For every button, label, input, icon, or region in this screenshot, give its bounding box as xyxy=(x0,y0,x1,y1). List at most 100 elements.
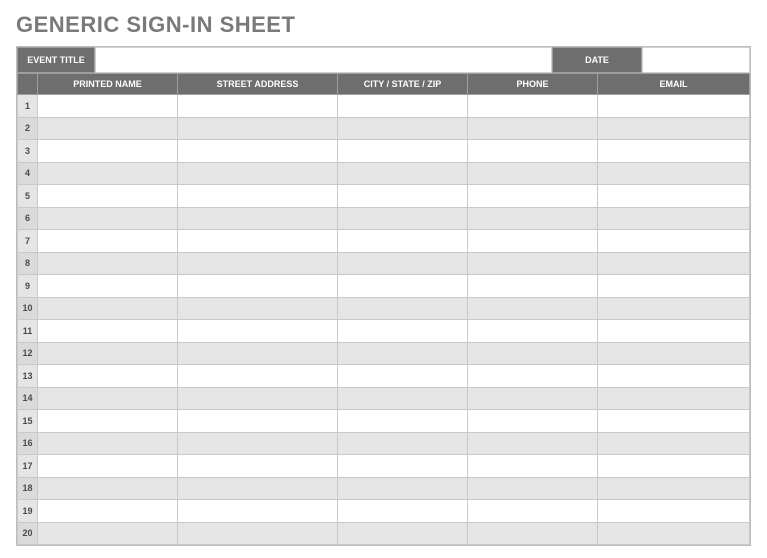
cell-email[interactable] xyxy=(598,522,750,545)
cell-phone[interactable] xyxy=(468,387,598,410)
cell-street-address[interactable] xyxy=(178,477,338,500)
cell-phone[interactable] xyxy=(468,117,598,140)
cell-email[interactable] xyxy=(598,252,750,275)
cell-phone[interactable] xyxy=(468,432,598,455)
cell-city-state-zip[interactable] xyxy=(338,297,468,320)
cell-city-state-zip[interactable] xyxy=(338,207,468,230)
date-field[interactable] xyxy=(642,47,750,73)
cell-printed-name[interactable] xyxy=(38,410,178,433)
cell-email[interactable] xyxy=(598,162,750,185)
cell-city-state-zip[interactable] xyxy=(338,342,468,365)
cell-street-address[interactable] xyxy=(178,522,338,545)
cell-street-address[interactable] xyxy=(178,162,338,185)
cell-city-state-zip[interactable] xyxy=(338,500,468,523)
cell-city-state-zip[interactable] xyxy=(338,252,468,275)
cell-phone[interactable] xyxy=(468,410,598,433)
cell-city-state-zip[interactable] xyxy=(338,410,468,433)
cell-phone[interactable] xyxy=(468,455,598,478)
cell-printed-name[interactable] xyxy=(38,297,178,320)
cell-email[interactable] xyxy=(598,95,750,118)
cell-printed-name[interactable] xyxy=(38,320,178,343)
cell-street-address[interactable] xyxy=(178,95,338,118)
cell-street-address[interactable] xyxy=(178,455,338,478)
cell-phone[interactable] xyxy=(468,320,598,343)
cell-printed-name[interactable] xyxy=(38,95,178,118)
cell-phone[interactable] xyxy=(468,275,598,298)
cell-email[interactable] xyxy=(598,342,750,365)
cell-city-state-zip[interactable] xyxy=(338,230,468,253)
cell-street-address[interactable] xyxy=(178,342,338,365)
cell-phone[interactable] xyxy=(468,342,598,365)
cell-email[interactable] xyxy=(598,455,750,478)
cell-printed-name[interactable] xyxy=(38,185,178,208)
cell-phone[interactable] xyxy=(468,477,598,500)
cell-phone[interactable] xyxy=(468,297,598,320)
cell-phone[interactable] xyxy=(468,252,598,275)
cell-email[interactable] xyxy=(598,230,750,253)
cell-email[interactable] xyxy=(598,500,750,523)
cell-email[interactable] xyxy=(598,185,750,208)
cell-printed-name[interactable] xyxy=(38,252,178,275)
cell-street-address[interactable] xyxy=(178,432,338,455)
cell-street-address[interactable] xyxy=(178,365,338,388)
cell-phone[interactable] xyxy=(468,500,598,523)
cell-email[interactable] xyxy=(598,387,750,410)
cell-city-state-zip[interactable] xyxy=(338,365,468,388)
cell-street-address[interactable] xyxy=(178,387,338,410)
cell-city-state-zip[interactable] xyxy=(338,522,468,545)
cell-printed-name[interactable] xyxy=(38,387,178,410)
cell-email[interactable] xyxy=(598,275,750,298)
cell-printed-name[interactable] xyxy=(38,365,178,388)
cell-phone[interactable] xyxy=(468,95,598,118)
cell-email[interactable] xyxy=(598,477,750,500)
cell-printed-name[interactable] xyxy=(38,477,178,500)
cell-phone[interactable] xyxy=(468,162,598,185)
cell-printed-name[interactable] xyxy=(38,275,178,298)
cell-phone[interactable] xyxy=(468,522,598,545)
cell-printed-name[interactable] xyxy=(38,230,178,253)
cell-printed-name[interactable] xyxy=(38,162,178,185)
cell-street-address[interactable] xyxy=(178,500,338,523)
cell-city-state-zip[interactable] xyxy=(338,477,468,500)
cell-phone[interactable] xyxy=(468,207,598,230)
cell-city-state-zip[interactable] xyxy=(338,320,468,343)
cell-printed-name[interactable] xyxy=(38,117,178,140)
cell-phone[interactable] xyxy=(468,140,598,163)
cell-printed-name[interactable] xyxy=(38,522,178,545)
cell-city-state-zip[interactable] xyxy=(338,117,468,140)
cell-street-address[interactable] xyxy=(178,185,338,208)
cell-printed-name[interactable] xyxy=(38,500,178,523)
cell-phone[interactable] xyxy=(468,230,598,253)
cell-email[interactable] xyxy=(598,297,750,320)
cell-email[interactable] xyxy=(598,432,750,455)
cell-printed-name[interactable] xyxy=(38,342,178,365)
cell-email[interactable] xyxy=(598,140,750,163)
cell-email[interactable] xyxy=(598,365,750,388)
cell-city-state-zip[interactable] xyxy=(338,455,468,478)
cell-city-state-zip[interactable] xyxy=(338,185,468,208)
cell-printed-name[interactable] xyxy=(38,140,178,163)
cell-city-state-zip[interactable] xyxy=(338,162,468,185)
cell-street-address[interactable] xyxy=(178,117,338,140)
event-title-field[interactable] xyxy=(95,47,552,73)
cell-street-address[interactable] xyxy=(178,230,338,253)
cell-phone[interactable] xyxy=(468,365,598,388)
cell-email[interactable] xyxy=(598,207,750,230)
cell-city-state-zip[interactable] xyxy=(338,140,468,163)
cell-city-state-zip[interactable] xyxy=(338,275,468,298)
cell-city-state-zip[interactable] xyxy=(338,387,468,410)
cell-city-state-zip[interactable] xyxy=(338,432,468,455)
cell-street-address[interactable] xyxy=(178,207,338,230)
cell-street-address[interactable] xyxy=(178,297,338,320)
cell-street-address[interactable] xyxy=(178,275,338,298)
cell-city-state-zip[interactable] xyxy=(338,95,468,118)
cell-phone[interactable] xyxy=(468,185,598,208)
cell-street-address[interactable] xyxy=(178,252,338,275)
cell-street-address[interactable] xyxy=(178,320,338,343)
cell-email[interactable] xyxy=(598,117,750,140)
cell-printed-name[interactable] xyxy=(38,455,178,478)
cell-printed-name[interactable] xyxy=(38,432,178,455)
cell-email[interactable] xyxy=(598,320,750,343)
cell-printed-name[interactable] xyxy=(38,207,178,230)
cell-email[interactable] xyxy=(598,410,750,433)
